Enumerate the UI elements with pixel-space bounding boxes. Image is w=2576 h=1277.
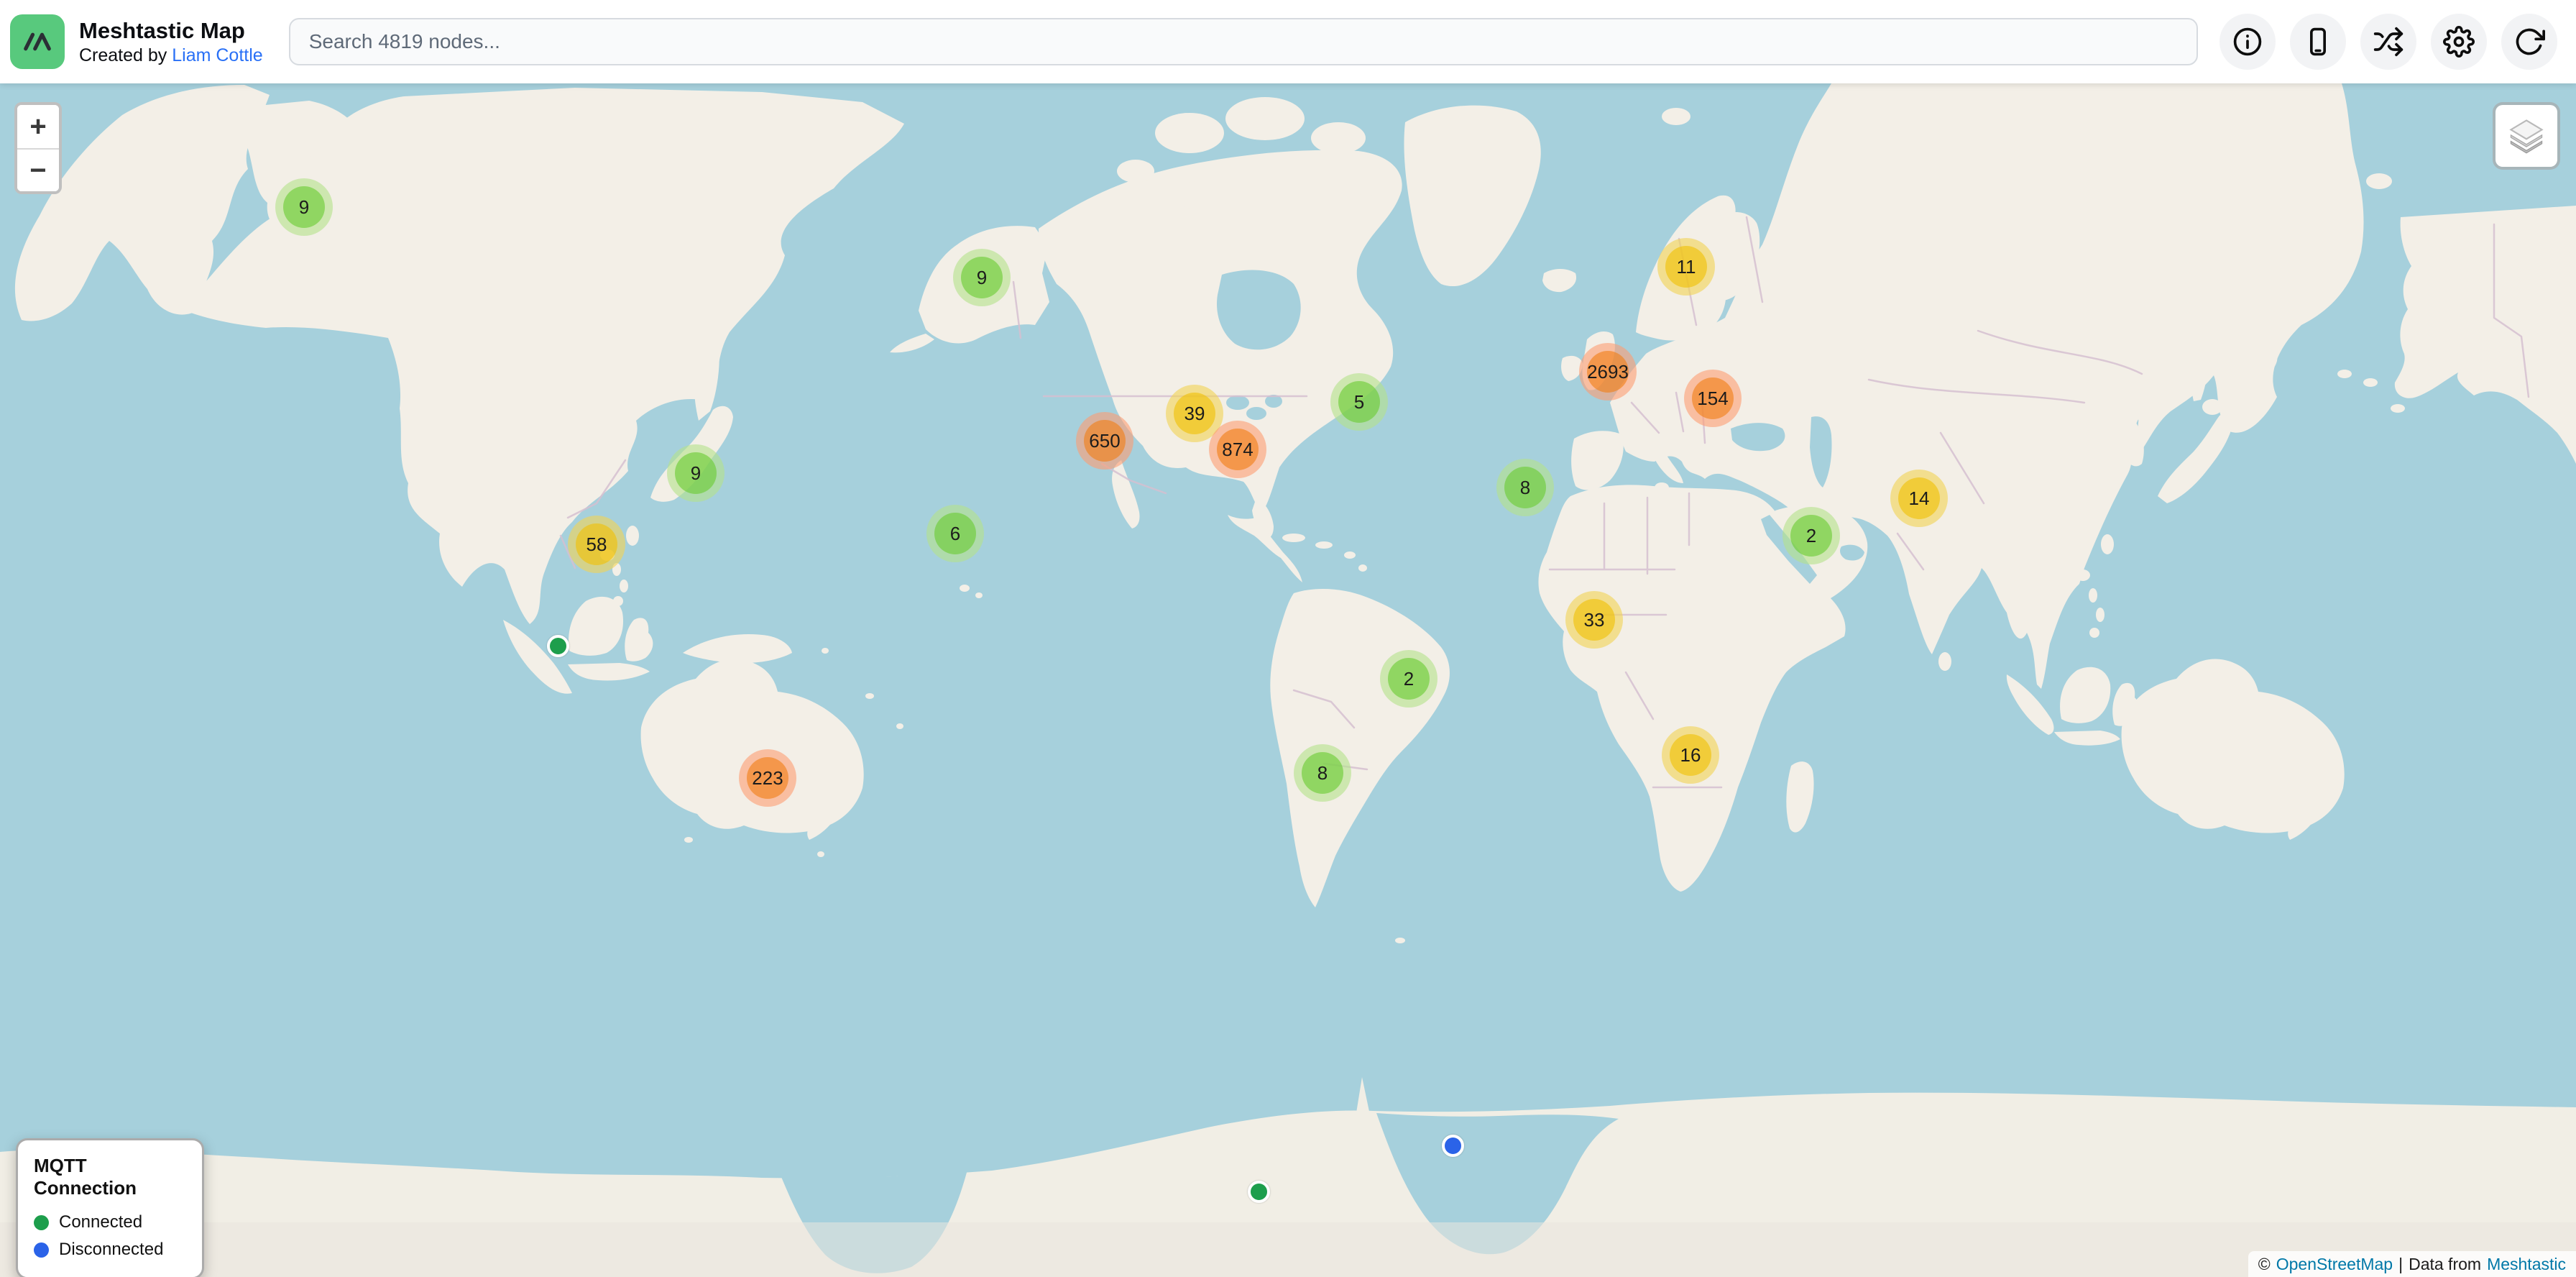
random-node-button[interactable] — [2360, 14, 2416, 70]
cluster-count: 9 — [283, 186, 325, 228]
node-marker-disconnected[interactable] — [1442, 1135, 1464, 1157]
cluster-count: 8 — [1504, 467, 1546, 508]
shuffle-icon — [2373, 26, 2404, 58]
subtitle-prefix: Created by — [79, 45, 172, 65]
world-map[interactable] — [0, 0, 2576, 1277]
zoom-control: + − — [14, 102, 62, 194]
cluster-marker[interactable]: 58 — [568, 516, 625, 573]
cluster-marker[interactable]: 16 — [1662, 726, 1719, 784]
cluster-count: 58 — [576, 523, 617, 565]
cluster-marker[interactable]: 650 — [1076, 412, 1133, 470]
search-wrap — [289, 18, 2198, 65]
cluster-count: 33 — [1573, 599, 1615, 641]
app-title: Meshtastic Map — [79, 17, 263, 45]
cluster-count: 223 — [747, 757, 788, 799]
cluster-marker[interactable]: 9 — [953, 249, 1011, 306]
connected-dot — [34, 1215, 49, 1230]
cluster-count: 14 — [1898, 477, 1940, 519]
cluster-marker[interactable]: 154 — [1684, 370, 1742, 427]
cluster-marker[interactable]: 2693 — [1579, 343, 1637, 401]
cluster-marker[interactable]: 14 — [1890, 470, 1948, 527]
cluster-count: 2693 — [1587, 351, 1629, 393]
cluster-count: 16 — [1670, 734, 1711, 776]
app-subtitle: Created by Liam Cottle — [79, 45, 263, 66]
cluster-marker[interactable]: 9 — [667, 444, 724, 502]
refresh-icon — [2513, 26, 2545, 58]
gear-icon — [2443, 26, 2475, 58]
cluster-count: 6 — [934, 513, 976, 554]
node-marker-connected[interactable] — [1248, 1181, 1270, 1203]
cluster-count: 650 — [1084, 420, 1126, 462]
title-block: Meshtastic Map Created by Liam Cottle — [79, 17, 263, 67]
cluster-marker[interactable]: 9 — [275, 178, 333, 236]
info-icon — [2232, 26, 2263, 58]
cluster-count: 874 — [1217, 429, 1259, 470]
cluster-count: 2 — [1388, 658, 1430, 700]
cluster-count: 11 — [1665, 246, 1707, 288]
copyright-symbol: © — [2258, 1255, 2271, 1274]
cluster-marker[interactable]: 8 — [1496, 459, 1554, 516]
legend-item-connected: Connected — [34, 1212, 186, 1232]
mobile-device-icon — [2302, 26, 2334, 58]
cluster-count: 39 — [1174, 393, 1215, 434]
map-attribution: © OpenStreetMap | Data from Meshtastic — [2248, 1251, 2576, 1277]
cluster-count: 2 — [1790, 515, 1832, 557]
header-buttons — [2220, 14, 2557, 70]
zoom-in-button[interactable]: + — [17, 105, 59, 148]
legend-label: Disconnected — [59, 1240, 163, 1260]
attribution-separator: | — [2398, 1255, 2403, 1274]
layers-icon — [2506, 116, 2547, 156]
cluster-marker[interactable]: 6 — [926, 505, 984, 562]
mobile-app-button[interactable] — [2290, 14, 2346, 70]
cluster-marker[interactable]: 2 — [1782, 507, 1840, 564]
info-button[interactable] — [2220, 14, 2276, 70]
cluster-count: 9 — [961, 257, 1003, 298]
map-tiles — [0, 0, 2576, 1277]
settings-button[interactable] — [2431, 14, 2487, 70]
refresh-button[interactable] — [2501, 14, 2557, 70]
cluster-marker[interactable]: 33 — [1565, 591, 1623, 649]
cluster-count: 154 — [1692, 377, 1734, 419]
mqtt-legend: MQTT Connection Connected Disconnected — [16, 1138, 204, 1277]
search-input[interactable] — [289, 18, 2198, 65]
legend-item-disconnected: Disconnected — [34, 1240, 186, 1260]
cluster-marker[interactable]: 2 — [1380, 650, 1438, 708]
cluster-marker[interactable]: 223 — [739, 749, 796, 807]
openstreetmap-link[interactable]: OpenStreetMap — [2276, 1255, 2393, 1274]
cluster-count: 9 — [675, 452, 717, 494]
cluster-marker[interactable]: 8 — [1294, 744, 1351, 802]
layers-control[interactable] — [2493, 102, 2560, 170]
node-marker-connected[interactable] — [547, 635, 569, 657]
author-link[interactable]: Liam Cottle — [172, 45, 262, 65]
cluster-count: 8 — [1302, 752, 1343, 794]
meshtastic-logo-icon — [10, 14, 65, 69]
cluster-marker[interactable]: 874 — [1209, 421, 1266, 478]
data-from-text: Data from — [2409, 1255, 2481, 1274]
legend-title: MQTT Connection — [34, 1155, 186, 1199]
meshtastic-link[interactable]: Meshtastic — [2487, 1255, 2566, 1274]
cluster-count: 5 — [1338, 381, 1380, 423]
header: Meshtastic Map Created by Liam Cottle — [0, 0, 2576, 83]
disconnected-dot — [34, 1242, 49, 1258]
legend-label: Connected — [59, 1212, 142, 1232]
cluster-marker[interactable]: 11 — [1657, 238, 1715, 296]
zoom-out-button[interactable]: − — [17, 148, 59, 191]
cluster-marker[interactable]: 5 — [1330, 373, 1388, 431]
